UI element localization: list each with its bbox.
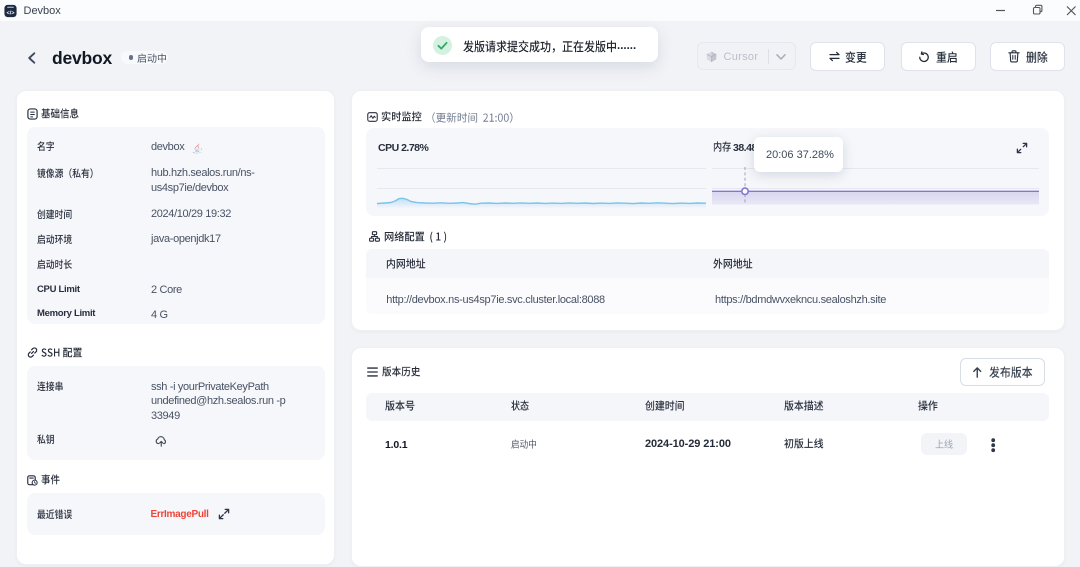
svg-text:</>: </> <box>6 10 14 16</box>
